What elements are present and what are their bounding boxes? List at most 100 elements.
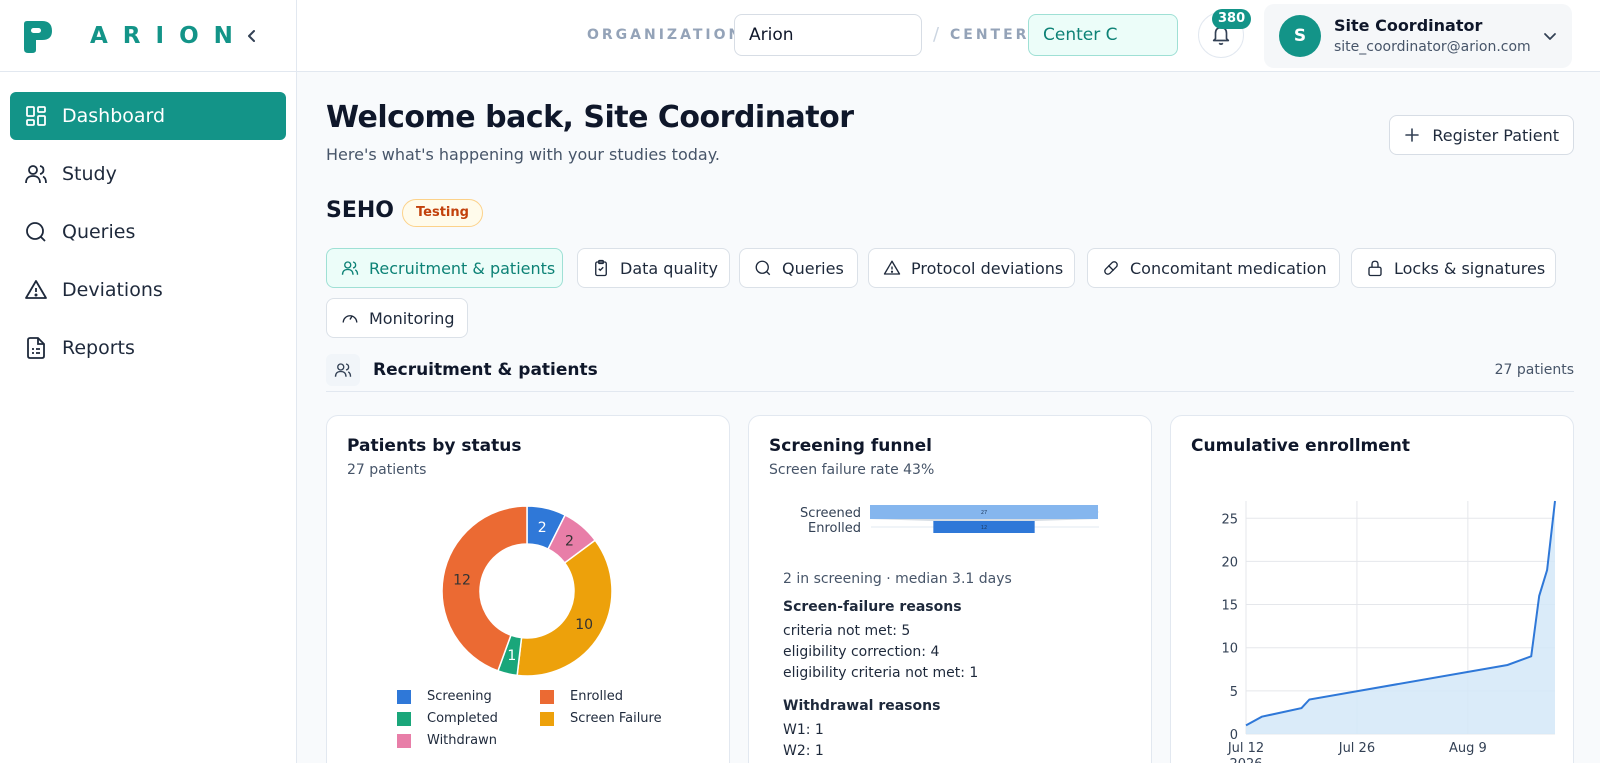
tab-data-quality[interactable]: Data quality — [577, 248, 730, 288]
screening-funnel-chart: Screened 27 Enrolled 12 — [800, 505, 1099, 536]
register-patient-label: Register Patient — [1432, 125, 1559, 145]
user-email: site_coordinator@arion.com — [1334, 39, 1531, 55]
chevron-down-icon — [1544, 33, 1556, 40]
withdrawal-reason: W1: 1 — [783, 722, 824, 738]
legend-label: Withdrawn — [427, 733, 497, 748]
pill-icon — [1104, 261, 1118, 275]
patients-by-status-card: Patients by status 27 patients 2 2 10 1 12 S… — [326, 415, 730, 763]
tab-locks-signatures[interactable]: Locks & signatures — [1351, 248, 1556, 288]
donut-data-label: 2 — [565, 533, 574, 549]
page-title: Welcome back, Site Coordinator — [326, 100, 854, 135]
funnel-value-label: 12 — [981, 525, 987, 531]
legend-label: Completed — [427, 711, 498, 726]
withdrawal-reason: W2: 1 — [783, 743, 824, 759]
sidebar: ARION Dashboard Study Queries Deviations… — [0, 0, 297, 763]
sidebar-item-study[interactable]: Study — [10, 150, 286, 198]
y-tick-label: 10 — [1221, 642, 1238, 657]
donut-data-label: 12 — [453, 573, 471, 589]
legend-item[interactable]: Screen Failure — [540, 711, 662, 726]
screen-failure-reason: criteria not met: 5 — [783, 623, 911, 639]
arion-logo-icon — [24, 20, 52, 53]
donut-data-label: 1 — [507, 648, 516, 664]
page-subtitle: Here's what's happening with your studie… — [326, 145, 720, 164]
tab-label: Locks & signatures — [1394, 258, 1546, 278]
tab-label: Protocol deviations — [911, 258, 1064, 278]
section-title: Recruitment & patients — [373, 360, 598, 380]
sidebar-item-reports[interactable]: Reports — [10, 324, 286, 372]
legend-swatch — [540, 711, 554, 726]
card-title: Patients by status — [347, 436, 522, 456]
sidebar-item-label: Dashboard — [62, 105, 166, 127]
legend-item[interactable]: Completed — [397, 711, 498, 726]
tab-concomitant-medication[interactable]: Concomitant medication — [1087, 248, 1340, 288]
legend-swatch — [397, 689, 411, 704]
center-select[interactable]: Center C — [1028, 14, 1178, 56]
x-tick-label: Jul 26 — [1338, 741, 1375, 756]
dashboard-icon — [26, 106, 46, 126]
screen-failure-reason: eligibility criteria not met: 1 — [783, 665, 979, 681]
users-icon — [334, 363, 352, 377]
register-patient-button[interactable]: Register Patient — [1389, 115, 1574, 155]
user-menu[interactable]: S Site Coordinator site_coordinator@ario… — [1264, 4, 1572, 68]
status-badge: Testing — [402, 199, 483, 227]
sidebar-item-label: Reports — [62, 337, 135, 359]
x-tick-label: Aug 9 — [1449, 741, 1487, 756]
users-icon — [341, 261, 359, 275]
plus-icon — [1405, 128, 1420, 142]
legend-swatch — [397, 733, 411, 748]
sidebar-item-deviations[interactable]: Deviations — [10, 266, 286, 314]
donut-data-label: 2 — [538, 520, 547, 536]
brand: ARION — [0, 0, 296, 72]
legend-item[interactable]: Screening — [397, 689, 492, 704]
sidebar-item-label: Queries — [62, 221, 136, 243]
funnel-connector — [870, 519, 1098, 521]
organization-label: ORGANIZATION — [587, 27, 744, 43]
section-count: 27 patients — [1494, 362, 1574, 378]
center-label: CENTER — [950, 27, 1030, 43]
collapse-sidebar-button[interactable] — [238, 22, 266, 50]
screen-failure-reasons-title: Screen-failure reasons — [783, 599, 962, 615]
tab-queries[interactable]: Queries — [739, 248, 858, 288]
sidebar-item-label: Study — [62, 163, 117, 185]
brand-name: ARION — [90, 22, 248, 49]
sidebar-item-queries[interactable]: Queries — [10, 208, 286, 256]
warning-icon — [883, 260, 901, 275]
avatar: S — [1279, 15, 1321, 57]
lock-icon — [1368, 260, 1382, 277]
legend-item[interactable]: Withdrawn — [397, 733, 497, 748]
screen-failure-reason: eligibility correction: 4 — [783, 644, 940, 660]
screening-note: 2 in screening · median 3.1 days — [783, 571, 1012, 587]
sidebar-item-label: Deviations — [62, 279, 163, 301]
y-tick-label: 20 — [1221, 555, 1238, 570]
card-title: Cumulative enrollment — [1191, 436, 1410, 456]
x-tick-label: Jul 12 — [1227, 741, 1264, 756]
y-tick-label: 25 — [1221, 512, 1238, 527]
cumulative-enrollment-chart: 0510152025Jul 122026Jul 26Aug 9 — [1221, 500, 1556, 763]
tab-label: Recruitment & patients — [369, 258, 556, 278]
user-name: Site Coordinator — [1334, 16, 1483, 35]
section-icon — [326, 354, 360, 386]
legend-label: Screening — [427, 689, 492, 704]
card-title: Screening funnel — [769, 436, 932, 456]
legend-swatch — [540, 689, 554, 704]
y-tick-label: 5 — [1230, 685, 1238, 700]
search-icon — [26, 222, 46, 242]
screening-funnel-card: Screening funnel Screen failure rate 43%… — [748, 415, 1152, 763]
organization-select[interactable]: Arion — [734, 14, 922, 56]
tab-recruitment[interactable]: Recruitment & patients — [326, 248, 563, 288]
document-icon — [27, 337, 45, 359]
legend-item[interactable]: Enrolled — [540, 689, 623, 704]
tab-protocol-deviations[interactable]: Protocol deviations — [868, 248, 1075, 288]
tab-monitoring[interactable]: Monitoring — [326, 298, 468, 338]
gauge-icon — [342, 315, 358, 323]
funnel-category-label: Enrolled — [808, 521, 861, 536]
tab-label: Concomitant medication — [1130, 258, 1327, 278]
users-icon — [25, 165, 47, 184]
chevron-left-icon — [248, 30, 255, 42]
donut-data-label: 10 — [575, 617, 593, 633]
study-name: SEHO — [326, 198, 394, 223]
legend-swatch — [397, 711, 411, 726]
legend-label: Enrolled — [570, 689, 623, 704]
sidebar-item-dashboard[interactable]: Dashboard — [10, 92, 286, 140]
funnel-value-label: 27 — [981, 510, 987, 516]
